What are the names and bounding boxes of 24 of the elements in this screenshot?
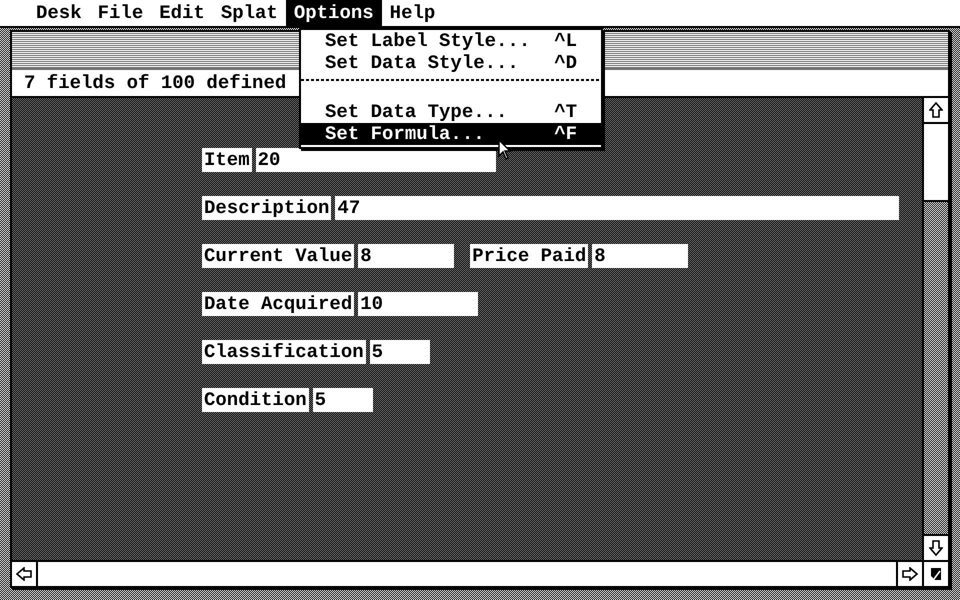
menu-title[interactable]: Options [286,0,382,26]
scroll-thumb[interactable] [924,124,948,202]
resize-icon[interactable] [930,567,942,581]
vertical-scrollbar[interactable] [922,98,948,560]
field-size-box[interactable]: 8 [592,244,688,268]
field-size-box[interactable]: 47 [335,196,900,220]
field-label[interactable]: Current Value [202,244,354,268]
down-arrow-icon[interactable] [929,540,943,556]
field-size-box[interactable]: 20 [256,148,496,172]
field-label[interactable]: Condition [202,388,309,412]
field-size-box[interactable]: 5 [312,388,373,412]
up-arrow-icon[interactable] [929,102,943,118]
horizontal-scrollbar[interactable] [12,560,948,586]
field-label[interactable]: Date Acquired [202,292,354,316]
field-label[interactable]: Item [202,148,252,172]
menu-item[interactable]: Set Formula... ^F [301,123,601,145]
field-label[interactable]: Price Paid [470,244,588,268]
field-label[interactable]: Description [202,196,332,220]
left-arrow-icon[interactable] [16,567,32,581]
field-size-box[interactable]: 5 [370,340,430,364]
field-label[interactable]: Classification [202,340,366,364]
field-size-box[interactable]: 8 [358,244,454,268]
right-arrow-icon[interactable] [902,567,918,581]
field-size-box[interactable]: 10 [358,292,478,316]
